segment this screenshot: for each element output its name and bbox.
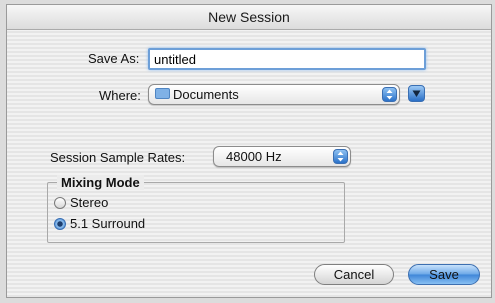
sample-rate-label: Session Sample Rates:: [50, 150, 186, 165]
where-value: Documents: [173, 87, 239, 102]
where-label: Where:: [99, 88, 141, 103]
popup-stepper-icon: [382, 87, 397, 102]
dialog-title: New Session: [7, 5, 491, 30]
stereo-radio[interactable]: [54, 197, 66, 209]
expand-browser-button[interactable]: [408, 85, 425, 102]
surround-label[interactable]: 5.1 Surround: [70, 216, 145, 231]
triangle-down-icon: [412, 90, 421, 97]
save-button[interactable]: Save: [408, 264, 480, 285]
surround-radio[interactable]: [54, 218, 66, 230]
sample-rate-value: 48000 Hz: [226, 149, 282, 164]
stereo-label[interactable]: Stereo: [70, 195, 108, 210]
mixing-mode-group: [47, 182, 345, 243]
save-as-label: Save As:: [88, 51, 140, 66]
sample-rate-popup[interactable]: 48000 Hz: [213, 146, 351, 167]
new-session-dialog: New Session Save As: Where: Documents Se…: [6, 4, 492, 298]
cancel-button[interactable]: Cancel: [314, 264, 394, 285]
folder-icon: [155, 88, 170, 99]
where-popup[interactable]: Documents: [148, 84, 400, 105]
mixing-mode-title: Mixing Mode: [57, 175, 144, 190]
save-as-input[interactable]: [148, 48, 426, 70]
popup-stepper-icon: [333, 149, 348, 164]
